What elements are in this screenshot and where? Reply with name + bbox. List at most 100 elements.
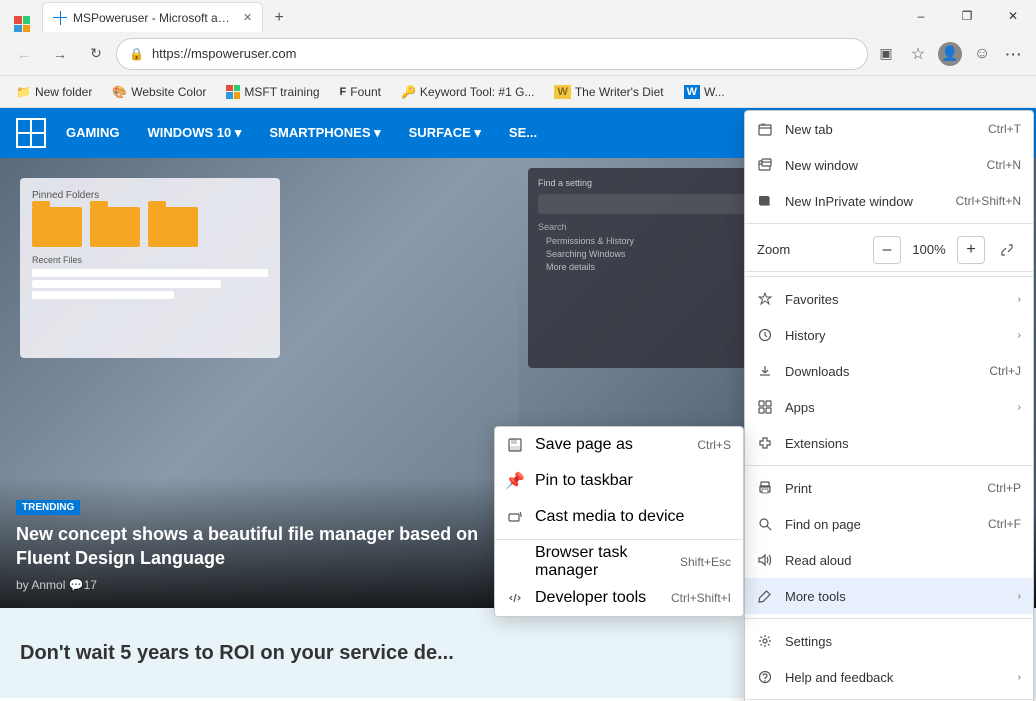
writers-icon: W: [554, 85, 570, 99]
downloads-item[interactable]: Downloads Ctrl+J: [745, 353, 1033, 389]
pin-taskbar-item[interactable]: 📌 Pin to taskbar: [495, 463, 743, 499]
apps-item[interactable]: Apps ›: [745, 389, 1033, 425]
new-tab-label: New tab: [785, 122, 976, 137]
edge-menu: New tab Ctrl+T New window Ctrl+N: [744, 110, 1034, 701]
banner-text: Don't wait 5 years to ROI on your servic…: [20, 642, 454, 665]
developer-tools-item[interactable]: Developer tools Ctrl+Shift+I: [495, 580, 743, 616]
zoom-expand-button[interactable]: [993, 236, 1021, 264]
downloads-label: Downloads: [785, 364, 977, 379]
save-page-icon: [507, 437, 523, 453]
address-bar[interactable]: 🔒 https://mspoweruser.com: [116, 38, 868, 70]
bookmark-label: Keyword Tool: #1 G...: [420, 85, 535, 99]
history-label: History: [785, 328, 1006, 343]
nav-gaming[interactable]: GAMING: [62, 121, 123, 145]
more-button[interactable]: ···: [1000, 40, 1028, 68]
print-shortcut: Ctrl+P: [987, 481, 1021, 495]
bookmark-w[interactable]: W W...: [676, 80, 733, 104]
nav-smartphones[interactable]: SMARTPHONES ▾: [265, 121, 384, 145]
print-icon: [757, 480, 773, 496]
find-icon: [757, 516, 773, 532]
nav-windows10[interactable]: WINDOWS 10 ▾: [143, 121, 245, 145]
extensions-label: Extensions: [785, 436, 1021, 451]
bookmark-writers-diet[interactable]: W The Writer's Diet: [546, 80, 671, 104]
task-manager-shortcut: Shift+Esc: [680, 555, 731, 569]
minimize-button[interactable]: –: [898, 0, 944, 32]
history-arrow: ›: [1018, 330, 1021, 341]
help-arrow: ›: [1018, 672, 1021, 683]
article-meta-1: by Anmol 💬17: [16, 578, 502, 592]
favorites-item[interactable]: Favorites ›: [745, 281, 1033, 317]
inprivate-label: New InPrivate window: [785, 194, 944, 209]
forward-button[interactable]: →: [44, 38, 76, 70]
bookmark-new-folder[interactable]: 📁 New folder: [8, 80, 100, 104]
submenu-divider: [495, 539, 743, 540]
help-feedback-item[interactable]: Help and feedback ›: [745, 659, 1033, 695]
settings-item[interactable]: Settings: [745, 623, 1033, 659]
window-controls: – ❐ ✕: [898, 0, 1036, 32]
tab-close-button[interactable]: ✕: [243, 11, 252, 24]
more-tools-arrow: ›: [1018, 591, 1021, 602]
new-tab-item[interactable]: New tab Ctrl+T: [745, 111, 1033, 147]
save-page-shortcut: Ctrl+S: [697, 438, 731, 452]
bookmark-fount[interactable]: F Fount: [332, 80, 389, 104]
sidebar-button[interactable]: ▣: [872, 40, 900, 68]
read-aloud-item[interactable]: Read aloud: [745, 542, 1033, 578]
extensions-icon: [757, 435, 773, 451]
cast-media-item[interactable]: Cast media to device: [495, 499, 743, 535]
bookmark-website-color[interactable]: 🎨 Website Color: [104, 80, 214, 104]
more-tools-icon: [757, 588, 773, 604]
new-tab-shortcut: Ctrl+T: [988, 122, 1021, 136]
emoji-icon: ☺: [974, 45, 990, 63]
article-overlay-1: TRENDING New concept shows a beautiful f…: [0, 477, 518, 608]
find-on-page-label: Find on page: [785, 517, 976, 532]
zoom-controls: – 100% +: [873, 236, 1021, 264]
restore-button[interactable]: ❐: [944, 0, 990, 32]
downloads-shortcut: Ctrl+J: [989, 364, 1021, 378]
site-navigation: GAMING WINDOWS 10 ▾ SMARTPHONES ▾ SURFAC…: [62, 121, 541, 145]
bookmark-keyword-tool[interactable]: 🔑 Keyword Tool: #1 G...: [393, 80, 542, 104]
nav-more[interactable]: SE...: [505, 121, 541, 145]
print-label: Print: [785, 481, 975, 496]
print-item[interactable]: Print Ctrl+P: [745, 470, 1033, 506]
refresh-button[interactable]: ↻: [80, 38, 112, 70]
menu-divider-5: [745, 699, 1033, 700]
emoji-button[interactable]: ☺: [968, 40, 996, 68]
back-button[interactable]: ←: [8, 38, 40, 70]
settings-label: Settings: [785, 634, 1021, 649]
more-icon: ···: [1006, 46, 1023, 62]
history-item[interactable]: History ›: [745, 317, 1033, 353]
menu-divider-1: [745, 223, 1033, 224]
settings-icon: [757, 633, 773, 649]
browser-task-manager-item[interactable]: Browser task manager Shift+Esc: [495, 544, 743, 580]
close-button[interactable]: ✕: [990, 0, 1036, 32]
favorites-button[interactable]: ☆: [904, 40, 932, 68]
article-title-1: New concept shows a beautiful file manag…: [16, 523, 502, 570]
zoom-label: Zoom: [757, 242, 873, 257]
zoom-plus-button[interactable]: +: [957, 236, 985, 264]
zoom-minus-button[interactable]: –: [873, 236, 901, 264]
article-card-1[interactable]: Pinned Folders Recent: [0, 158, 518, 608]
tab-title: MSPoweruser - Microsoft and Te...: [73, 11, 233, 25]
profile-button[interactable]: 👤: [936, 40, 964, 68]
pin-icon: 📌: [507, 473, 523, 489]
favorites-arrow: ›: [1018, 294, 1021, 305]
new-window-label: New window: [785, 158, 975, 173]
more-tools-item[interactable]: More tools ›: [745, 578, 1033, 614]
new-inprivate-item[interactable]: New InPrivate window Ctrl+Shift+N: [745, 183, 1033, 219]
extensions-item[interactable]: Extensions: [745, 425, 1033, 461]
new-window-icon: [757, 157, 773, 173]
read-aloud-icon: [757, 552, 773, 568]
task-manager-icon: [507, 554, 523, 570]
key-icon: 🔑: [401, 85, 416, 99]
nav-surface[interactable]: SURFACE ▾: [405, 121, 485, 145]
zoom-control: Zoom – 100% +: [745, 228, 1033, 272]
sidebar-icon: ▣: [879, 45, 892, 62]
new-window-item[interactable]: New window Ctrl+N: [745, 147, 1033, 183]
find-on-page-item[interactable]: Find on page Ctrl+F: [745, 506, 1033, 542]
bookmark-msft-training[interactable]: MSFT training: [218, 80, 327, 104]
windows-icon: [14, 16, 30, 32]
inprivate-icon: [757, 193, 773, 209]
save-page-as-item[interactable]: Save page as Ctrl+S: [495, 427, 743, 463]
new-tab-button[interactable]: +: [265, 4, 293, 32]
active-tab[interactable]: MSPoweruser - Microsoft and Te... ✕: [42, 2, 263, 32]
